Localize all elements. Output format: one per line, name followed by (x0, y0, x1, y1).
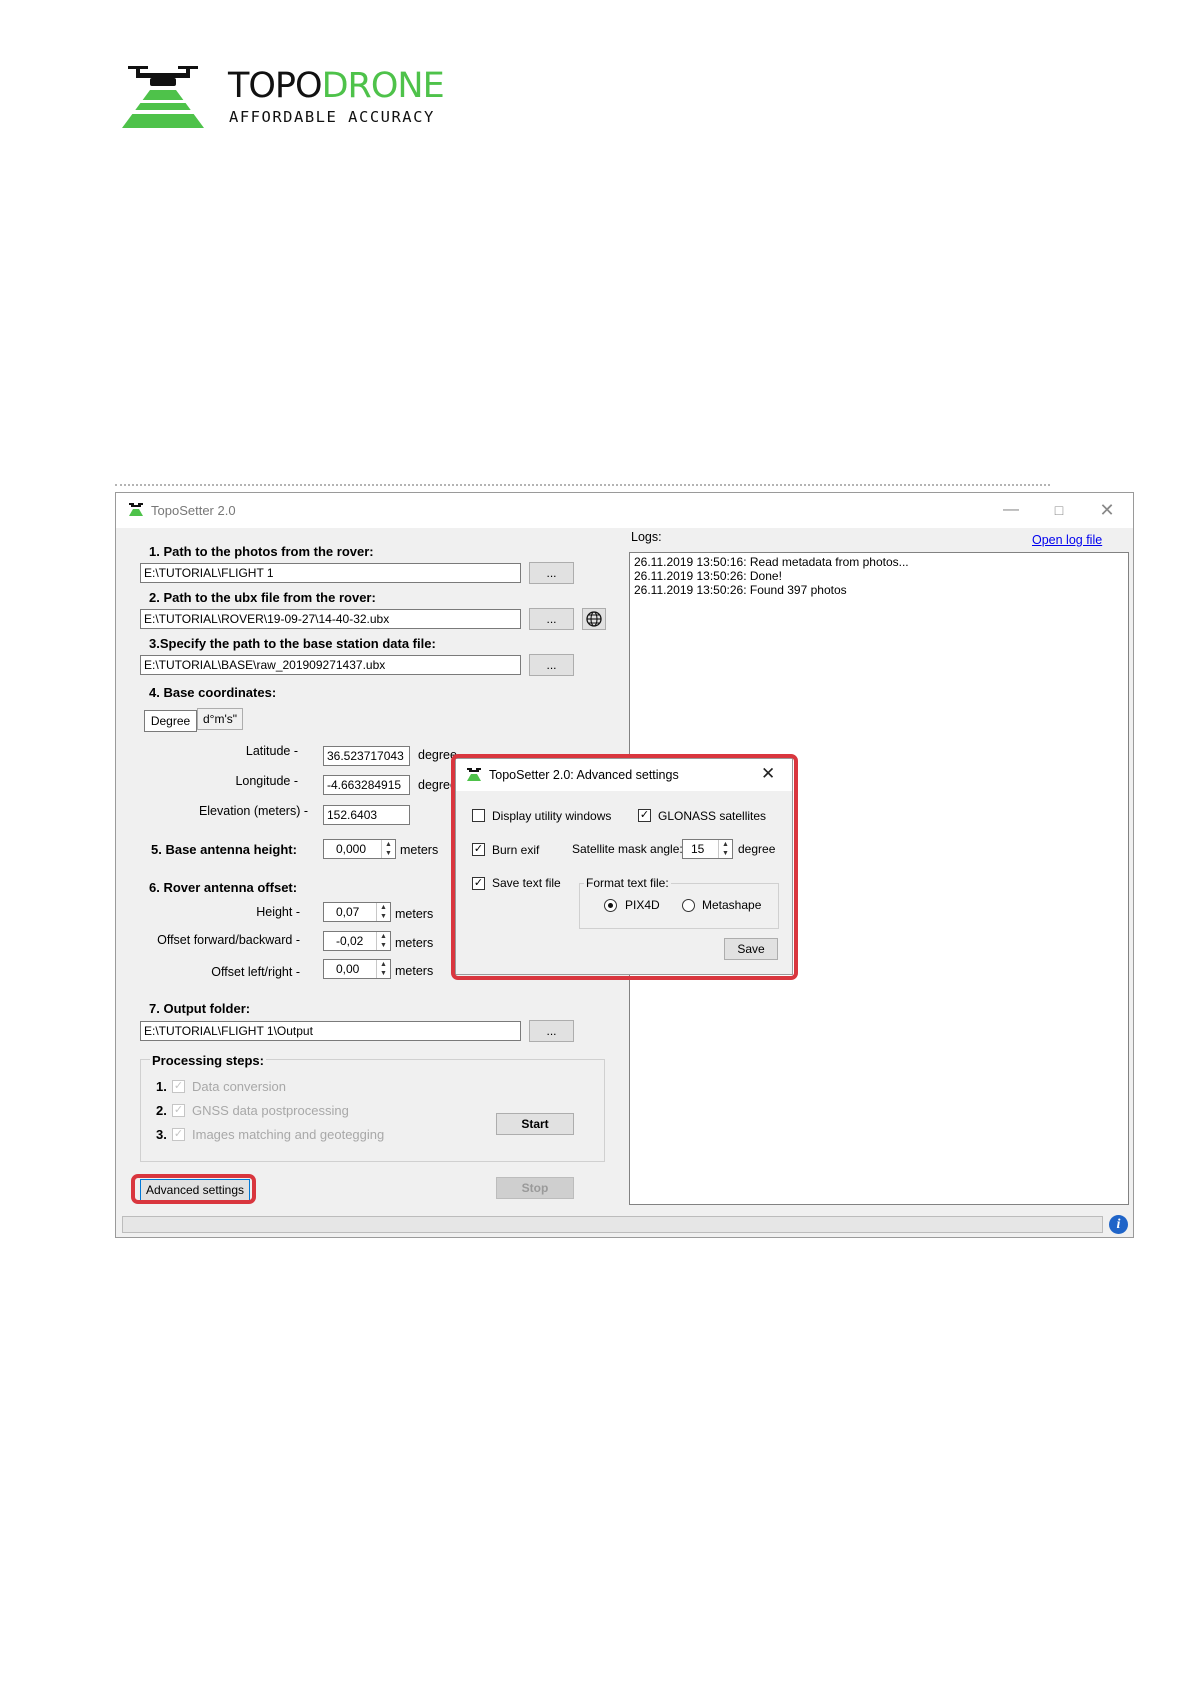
stop-button: Stop (496, 1177, 574, 1199)
globe-button[interactable] (582, 608, 606, 630)
height-stepper[interactable]: 0,07 ▲ ▼ (323, 902, 391, 922)
browse-base-button[interactable]: ... (529, 654, 574, 676)
rover-offset-label: 6. Rover antenna offset: (149, 880, 298, 895)
elevation-input[interactable]: 152.6403 (323, 805, 410, 825)
stepper-arrows[interactable]: ▲ ▼ (376, 903, 390, 921)
topodrone-logo: TOPODRONE AFFORDABLE ACCURACY (122, 58, 472, 138)
brand-tagline: AFFORDABLE ACCURACY (229, 108, 435, 126)
step-checkbox[interactable]: ✓ (172, 1128, 185, 1141)
step-number: 3. (156, 1127, 167, 1142)
globe-icon (586, 611, 602, 627)
photos-path-input[interactable]: E:\TUTORIAL\FLIGHT 1 (140, 563, 521, 583)
advanced-settings-highlight (131, 1174, 256, 1204)
titlebar: TopoSetter 2.0 — □ ✕ (116, 493, 1133, 528)
photos-path-label: 1. Path to the photos from the rover: (149, 544, 374, 559)
app-icon (129, 503, 143, 516)
tab-degree[interactable]: Degree (144, 710, 197, 732)
offset-left-right-label: Offset left/right - (211, 965, 300, 979)
offset-left-right-stepper[interactable]: 0,00 ▲ ▼ (323, 959, 391, 979)
drone-logo-icon (122, 66, 204, 128)
offset-forward-backward-stepper[interactable]: -0,02 ▲ ▼ (323, 931, 391, 951)
log-line: 26.11.2019 13:50:16: Read metadata from … (634, 555, 909, 569)
step-checkbox[interactable]: ✓ (172, 1104, 185, 1117)
base-path-label: 3.Specify the path to the base station d… (149, 636, 436, 651)
step-label: Data conversion (192, 1079, 286, 1094)
tab-dms[interactable]: d°m's" (197, 708, 243, 730)
height-label: Height - (256, 905, 300, 919)
base-coordinates-label: 4. Base coordinates: (149, 685, 277, 700)
stepper-arrows[interactable]: ▲ ▼ (376, 960, 390, 978)
stepper-arrows[interactable]: ▲ ▼ (381, 840, 395, 858)
brand-name: TOPODRONE (228, 66, 445, 106)
browse-output-button[interactable]: ... (529, 1020, 574, 1042)
output-folder-label: 7. Output folder: (149, 1001, 251, 1016)
status-progress-bar (122, 1216, 1103, 1233)
base-path-input[interactable]: E:\TUTORIAL\BASE\raw_201909271437.ubx (140, 655, 521, 675)
step-label: GNSS data postprocessing (192, 1103, 349, 1118)
offset-forward-backward-unit: meters (395, 936, 434, 950)
antenna-height-unit: meters (400, 843, 439, 857)
log-line: 26.11.2019 13:50:26: Done! (634, 569, 782, 583)
dialog-highlight (451, 754, 798, 980)
processing-steps-title: Processing steps: (150, 1053, 266, 1068)
close-button[interactable]: ✕ (1092, 499, 1122, 521)
step-number: 1. (156, 1079, 167, 1094)
offset-left-right-unit: meters (395, 964, 434, 978)
open-log-file-link[interactable]: Open log file (1032, 533, 1102, 547)
antenna-height-stepper[interactable]: 0,000 ▲ ▼ (323, 839, 396, 859)
info-icon[interactable]: i (1109, 1215, 1128, 1234)
longitude-input[interactable]: -4.663284915 (323, 775, 410, 795)
start-button[interactable]: Start (496, 1113, 574, 1135)
logs-label: Logs: (631, 530, 662, 544)
minimize-button[interactable]: — (996, 499, 1026, 521)
maximize-button[interactable]: □ (1044, 499, 1074, 521)
step-number: 2. (156, 1103, 167, 1118)
elevation-label: Elevation (meters) - (198, 804, 308, 818)
step-checkbox[interactable]: ✓ (172, 1080, 185, 1093)
ubx-path-label: 2. Path to the ubx file from the rover: (149, 590, 376, 605)
ubx-path-input[interactable]: E:\TUTORIAL\ROVER\19-09-27\14-40-32.ubx (140, 609, 521, 629)
log-line: 26.11.2019 13:50:26: Found 397 photos (634, 583, 847, 597)
browse-ubx-button[interactable]: ... (529, 608, 574, 630)
longitude-label: Longitude - (235, 774, 298, 788)
antenna-height-label: 5. Base antenna height: (151, 842, 297, 857)
window-title: TopoSetter 2.0 (151, 503, 236, 518)
step-label: Images matching and geotegging (192, 1127, 385, 1142)
latitude-label: Latitude - (245, 744, 298, 758)
browse-photos-button[interactable]: ... (529, 562, 574, 584)
height-unit: meters (395, 907, 434, 921)
offset-forward-backward-label: Offset forward/backward - (157, 933, 300, 947)
latitude-input[interactable]: 36.523717043 (323, 746, 410, 766)
stepper-arrows[interactable]: ▲ ▼ (376, 932, 390, 950)
output-folder-input[interactable]: E:\TUTORIAL\FLIGHT 1\Output (140, 1021, 521, 1041)
